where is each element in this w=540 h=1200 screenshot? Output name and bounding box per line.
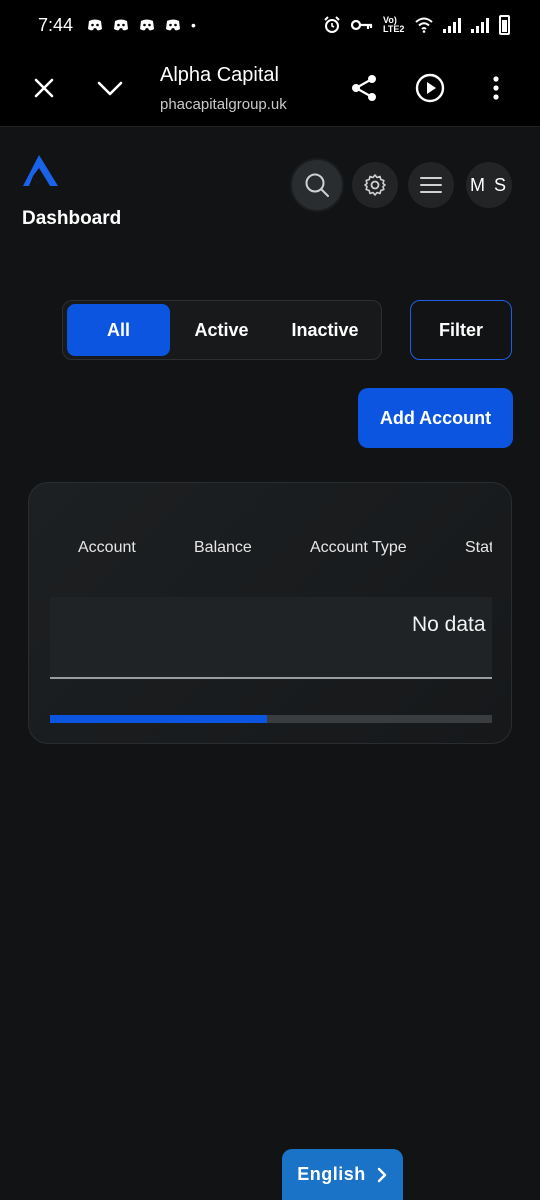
page-title: Dashboard [22,208,122,229]
language-label: English [297,1164,366,1184]
gear-icon [364,174,386,196]
accounts-table-card: Account Balance Account Type Status No d… [28,482,512,744]
search-button[interactable] [292,160,342,210]
chevron-right-icon [377,1167,386,1182]
close-icon[interactable] [28,72,60,104]
empty-table-row: No data [50,597,492,679]
notification-icons: • [87,17,196,33]
discord-icon [114,19,129,31]
play-circle-icon[interactable] [414,72,446,104]
add-account-button[interactable]: Add Account [358,388,513,448]
discord-icon [140,19,155,31]
scrollbar-thumb[interactable] [50,715,267,723]
menu-button[interactable] [408,162,454,208]
column-header-account-type[interactable]: Account Type [310,539,407,557]
alpha-logo-icon[interactable] [22,152,60,190]
tab-inactive[interactable]: Inactive [273,304,377,356]
volte-icon: Vo) LTE2 [383,15,405,34]
chevron-down-icon[interactable] [94,72,126,104]
browser-toolbar: Alpha Capital phacapitalgroup.uk [0,50,540,127]
tab-active[interactable]: Active [170,304,273,356]
avatar[interactable]: M S [466,162,512,208]
horizontal-scrollbar[interactable] [50,715,492,723]
signal-icon [443,17,461,33]
settings-button[interactable] [352,162,398,208]
battery-icon [499,15,510,35]
wifi-icon [415,17,433,33]
alarm-icon [324,16,340,33]
search-icon [305,173,329,197]
status-filter-tabs: All Active Inactive [62,300,382,360]
status-time: 7:44 [38,14,74,35]
accounts-table[interactable]: Account Balance Account Type Status No d… [50,483,492,743]
discord-icon [166,19,181,31]
status-right-icons: Vo) LTE2 [323,15,510,35]
discord-icon [88,19,103,31]
key-icon [351,19,373,31]
tab-all[interactable]: All [67,304,170,356]
empty-state-text: No data [412,613,486,636]
language-button[interactable]: English [282,1149,403,1200]
filter-button[interactable]: Filter [410,300,512,360]
more-vertical-icon[interactable] [482,72,510,104]
browser-title: Alpha Capital [160,64,279,86]
column-header-status[interactable]: Status [465,539,492,557]
share-icon[interactable] [348,72,380,104]
column-header-balance[interactable]: Balance [194,539,252,557]
hamburger-menu-icon [420,177,442,193]
browser-url[interactable]: phacapitalgroup.uk [160,96,287,113]
notification-dot: • [191,17,196,33]
signal-icon [471,17,489,33]
column-header-account[interactable]: Account [78,539,136,557]
status-bar: 7:44 • Vo) LTE2 [0,0,540,50]
